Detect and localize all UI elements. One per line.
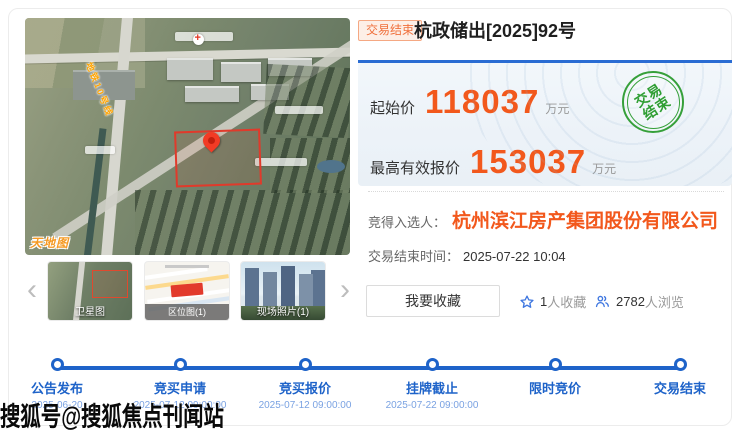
carousel-prev-icon[interactable]: ‹ <box>27 274 37 306</box>
thumbnail-label: 区位图(1) <box>145 304 229 320</box>
favorite-button[interactable]: 我要收藏 <box>366 285 500 317</box>
thumbnail-location-map[interactable]: 区位图(1) <box>145 262 229 320</box>
star-icon <box>519 294 535 310</box>
map-provider-logo: 天地图 <box>30 234 69 251</box>
highest-bid-label: 最高有效报价 <box>370 157 460 178</box>
view-count: 2782 <box>616 294 645 309</box>
timeline-node-icon <box>426 358 439 371</box>
map-label-chip <box>255 158 307 166</box>
favorite-stat: 1 人收藏 <box>519 292 586 311</box>
timeline-step-limited-bidding: 限时竞价 <box>485 358 625 412</box>
end-time-value: 2025-07-22 10:04 <box>463 249 566 264</box>
satellite-map-image[interactable]: 地铁10号线 天地图 <box>25 18 350 255</box>
winner-row: 竞得入选人： 杭州滨江房产集团股份有限公司 <box>368 206 718 233</box>
start-price-value: 118037 <box>425 85 539 118</box>
view-suffix: 人浏览 <box>645 292 684 311</box>
end-time-label: 交易结束时间： <box>368 249 459 264</box>
thumbnail-site-photo[interactable]: 现场照片(1) <box>241 262 325 320</box>
highest-bid-value: 153037 <box>470 145 586 178</box>
timeline-step-label: 竞买报价 <box>279 378 331 397</box>
timeline-step-bid: 竞买报价 2025-07-12 09:00:00 <box>235 358 375 412</box>
timeline-step-label: 挂牌截止 <box>406 378 458 397</box>
status-badge: 交易结束 <box>358 20 422 41</box>
start-price-label: 起始价 <box>370 97 415 118</box>
thumbnail-buildings <box>245 268 259 308</box>
timeline-step-label: 交易结束 <box>654 378 706 397</box>
deal-closed-stamp: 交易 结束 <box>622 71 684 133</box>
start-price-unit: 万元 <box>545 100 569 117</box>
favorite-suffix: 人收藏 <box>547 292 586 311</box>
map-warehouse <box>167 58 213 80</box>
timeline-node-icon <box>299 358 312 371</box>
page-title: 杭政储出[2025]92号 <box>414 17 576 43</box>
viewers-icon <box>594 293 611 310</box>
timeline-step-label: 限时竞价 <box>529 378 581 397</box>
end-time-row: 交易结束时间： 2025-07-22 10:04 <box>368 246 566 265</box>
section-divider <box>368 191 724 192</box>
thumbnail-parcel-blob <box>171 283 204 298</box>
timeline-node-icon <box>549 358 562 371</box>
watermark: 搜狐号@搜狐焦点刊闻站 <box>0 395 224 433</box>
timeline-node-icon <box>174 358 187 371</box>
land-auction-page: 地铁10号线 天地图 ‹ › 卫星图 区位图(1) 现场照片(1) 交易结束 杭… <box>0 0 740 434</box>
thumbnail-satellite[interactable]: 卫星图 <box>48 262 132 320</box>
view-stat: 2782 人浏览 <box>594 292 684 311</box>
thumbnail-map-title-bar <box>165 265 209 268</box>
timeline-step-date: 2025-07-12 09:00:00 <box>259 400 352 412</box>
highest-bid-unit: 万元 <box>592 160 616 177</box>
timeline-step-listing-deadline: 挂牌截止 2025-07-22 09:00:00 <box>362 358 502 412</box>
winner-label: 竞得入选人： <box>368 212 446 231</box>
timeline-step-deal-closed: 交易结束 <box>610 358 740 412</box>
map-warehouse <box>221 62 261 82</box>
map-label-chip <box>175 32 233 41</box>
timeline-node-icon <box>674 358 687 371</box>
map-warehouse <box>185 86 239 102</box>
map-residential-area <box>135 190 350 255</box>
carousel-next-icon[interactable]: › <box>340 274 350 306</box>
timeline-node-icon <box>51 358 64 371</box>
map-label-chip <box>275 106 323 114</box>
hospital-marker-icon <box>193 34 204 45</box>
map-label-chip <box>85 146 115 154</box>
media-thumbnail-strip: ‹ › 卫星图 区位图(1) 现场照片(1) <box>25 260 350 324</box>
timeline-step-date: 2025-07-22 09:00:00 <box>386 400 479 412</box>
thumbnail-label: 现场照片(1) <box>241 303 325 318</box>
thumbnail-label: 卫星图 <box>48 303 132 318</box>
winner-value: 杭州滨江房产集团股份有限公司 <box>452 206 718 233</box>
favorite-count: 1 <box>540 294 547 309</box>
map-residential-area <box>263 64 350 138</box>
map-pond <box>317 160 345 173</box>
